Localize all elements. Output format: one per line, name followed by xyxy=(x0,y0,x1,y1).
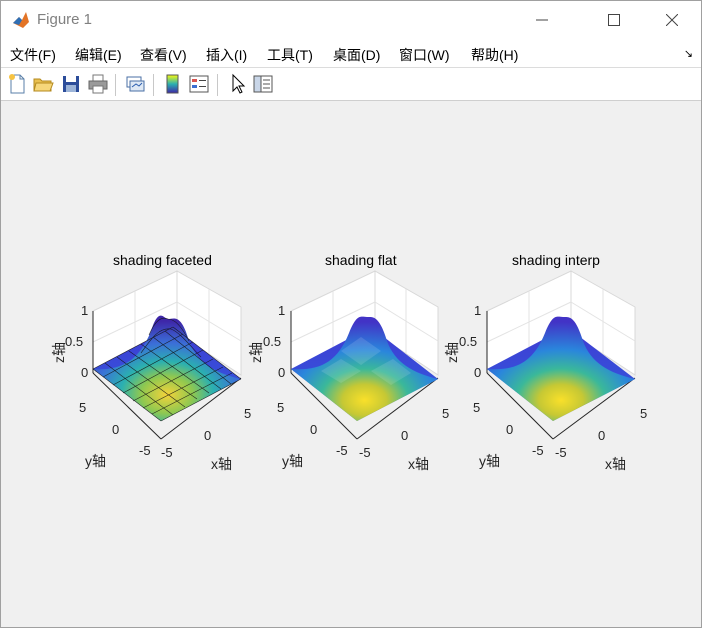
y-tick: 0 xyxy=(506,422,514,437)
y-tick: -5 xyxy=(532,443,544,458)
dock-arrow-icon[interactable]: ↘ xyxy=(684,47,693,60)
menu-bar: 文件(F) 编辑(E) 查看(V) 插入(I) 工具(T) 桌面(D) 窗口(W… xyxy=(1,39,701,68)
minimize-button[interactable] xyxy=(519,1,565,39)
x-tick: 5 xyxy=(442,406,450,421)
z-tick: 1 xyxy=(474,303,482,318)
toolbar-separator xyxy=(115,74,116,96)
open-file-icon[interactable] xyxy=(32,73,54,95)
subplot-title: shading faceted xyxy=(113,252,212,268)
x-tick: -5 xyxy=(359,445,371,460)
property-editor-icon[interactable] xyxy=(252,73,274,95)
y-tick: -5 xyxy=(139,443,151,458)
colorbar-icon[interactable] xyxy=(162,73,184,95)
x-axis-label: x轴 xyxy=(211,456,232,472)
window-title: Figure 1 xyxy=(37,11,93,28)
z-tick: 1 xyxy=(278,303,286,318)
menu-insert[interactable]: 插入(I) xyxy=(206,45,247,65)
x-tick: 5 xyxy=(244,406,252,421)
z-tick: 1 xyxy=(81,303,89,318)
x-tick: 0 xyxy=(401,428,409,443)
toolbar-separator xyxy=(217,74,218,96)
axes-1 xyxy=(92,270,242,440)
y-tick: 5 xyxy=(79,400,87,415)
menu-file[interactable]: 文件(F) xyxy=(10,45,56,65)
subplot-title: shading interp xyxy=(512,252,600,268)
z-axis-label: z轴 xyxy=(444,342,460,363)
z-tick: 0 xyxy=(81,365,89,380)
x-tick: -5 xyxy=(161,445,173,460)
y-tick: -5 xyxy=(336,443,348,458)
x-axis-label: x轴 xyxy=(605,456,626,472)
z-axis-label: z轴 xyxy=(51,342,67,363)
figure-window: Figure 1 文件(F) 编辑(E) 查看(V) 插入(I) 工具(T) 桌… xyxy=(0,0,702,628)
z-axis-label: z轴 xyxy=(248,342,264,363)
x-tick: 0 xyxy=(598,428,606,443)
x-tick: 0 xyxy=(204,428,212,443)
y-tick: 5 xyxy=(277,400,285,415)
y-axis-label: y轴 xyxy=(282,453,303,469)
menu-view[interactable]: 查看(V) xyxy=(140,45,187,65)
maximize-button[interactable] xyxy=(591,1,637,39)
new-figure-icon[interactable] xyxy=(6,73,28,95)
menu-desktop[interactable]: 桌面(D) xyxy=(333,45,380,65)
menu-tools[interactable]: 工具(T) xyxy=(267,45,313,65)
menu-edit[interactable]: 编辑(E) xyxy=(75,45,122,65)
axes-2 xyxy=(290,270,439,440)
figure-toolbar xyxy=(1,68,701,101)
close-icon xyxy=(666,14,678,26)
x-tick: -5 xyxy=(555,445,567,460)
axes-3 xyxy=(486,270,636,440)
subplot-title: shading flat xyxy=(325,252,397,268)
legend-icon[interactable] xyxy=(188,73,210,95)
axes-layer xyxy=(92,270,636,440)
z-tick: 0 xyxy=(474,365,482,380)
x-axis-label: x轴 xyxy=(408,456,429,472)
pointer-icon[interactable] xyxy=(227,73,249,95)
matlab-logo-icon xyxy=(13,12,29,28)
maximize-icon xyxy=(608,14,620,26)
menu-window[interactable]: 窗口(W) xyxy=(399,45,450,65)
link-plot-icon[interactable] xyxy=(124,73,146,95)
close-button[interactable] xyxy=(649,1,695,39)
figure-canvas[interactable]: shading faceted 1 0.5 0 z轴 5 0 -5 y轴 -5 … xyxy=(1,101,701,627)
x-tick: 5 xyxy=(640,406,648,421)
y-tick: 5 xyxy=(473,400,481,415)
z-tick: 0 xyxy=(278,365,286,380)
y-tick: 0 xyxy=(310,422,318,437)
save-icon[interactable] xyxy=(60,73,82,95)
y-tick: 0 xyxy=(112,422,120,437)
minimize-icon xyxy=(536,19,548,21)
y-axis-label: y轴 xyxy=(85,453,106,469)
y-axis-label: y轴 xyxy=(479,453,500,469)
print-icon[interactable] xyxy=(87,73,109,95)
title-bar: Figure 1 xyxy=(1,1,701,39)
toolbar-separator xyxy=(153,74,154,96)
menu-help[interactable]: 帮助(H) xyxy=(471,45,518,65)
